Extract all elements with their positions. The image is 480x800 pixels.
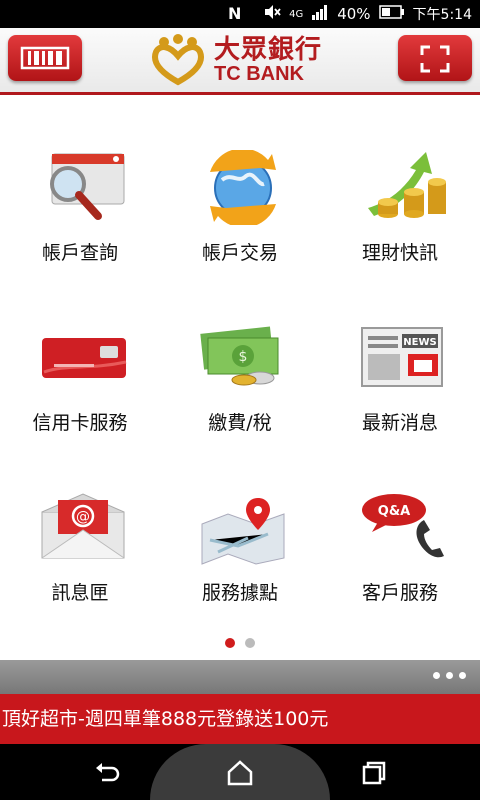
promo-ticker[interactable]: 頂好超市-週四單筆888元登錄送100元	[0, 694, 480, 744]
logo-chinese: 大眾銀行	[214, 35, 323, 65]
system-nav-bar	[0, 744, 480, 800]
menu-label: 最新消息	[361, 412, 438, 434]
page-dot-active[interactable]	[225, 638, 235, 648]
money-icon: $	[200, 326, 279, 386]
back-icon[interactable]	[92, 758, 122, 788]
bank-logo: 大眾銀行 TC BANK	[150, 30, 330, 90]
newspaper-icon: NEWS	[361, 327, 443, 387]
qa-phone-icon: Q&A	[362, 494, 444, 558]
menu-item-service-locations[interactable]: 服務據點	[160, 470, 320, 620]
menu-label: 訊息匣	[51, 582, 109, 604]
menu-item-customer-service[interactable]: Q&A 客戶服務	[320, 470, 480, 620]
menu-item-financial-news[interactable]: 理財快訊	[320, 130, 480, 280]
menu-label: 客戶服務	[361, 582, 438, 604]
map-pin-icon	[201, 498, 285, 565]
clock: 下午5:14	[412, 7, 472, 23]
battery-icon	[378, 5, 405, 23]
menu-label: 帳戶交易	[201, 242, 278, 264]
svg-text:$: $	[239, 349, 248, 365]
menu-label: 帳戶查詢	[41, 242, 118, 264]
home-icon[interactable]	[225, 758, 255, 788]
menu-label: 理財快訊	[361, 242, 438, 264]
page-indicator	[0, 638, 480, 648]
ticker-text: 頂好超市-週四單筆888元登錄送100元	[2, 708, 329, 730]
bottom-toolbar	[0, 660, 480, 694]
magnifier-window-icon	[50, 153, 125, 220]
logo-emblem-icon	[152, 34, 204, 86]
menu-item-payment-tax[interactable]: $ 繳費/稅	[160, 300, 320, 450]
status-bar: N 4G 40% 下午5:14	[0, 0, 480, 28]
recent-apps-icon[interactable]	[358, 758, 388, 788]
scan-button[interactable]	[398, 35, 472, 81]
battery-percent: 40%	[337, 5, 371, 23]
menu-item-account-inquiry[interactable]: 帳戶查詢	[0, 130, 160, 280]
barcode-icon	[20, 46, 70, 70]
menu-item-account-transaction[interactable]: 帳戶交易	[160, 130, 320, 280]
email-icon: @	[41, 493, 125, 559]
menu-item-message-box[interactable]: @ 訊息匣	[0, 470, 160, 620]
menu-button[interactable]	[8, 35, 82, 81]
page-dot[interactable]	[245, 638, 255, 648]
logo-english: TC BANK	[214, 63, 304, 85]
globe-transfer-icon	[210, 150, 276, 225]
network-type: 4G	[289, 8, 304, 20]
menu-item-credit-card[interactable]: 信用卡服務	[0, 300, 160, 450]
app-header: 大眾銀行 TC BANK	[0, 28, 480, 95]
fullscreen-icon	[420, 45, 450, 73]
menu-label: 信用卡服務	[32, 412, 128, 434]
mute-icon	[263, 4, 281, 24]
menu-label: 繳費/稅	[208, 412, 272, 434]
signal-icon	[311, 4, 329, 24]
menu-label: 服務據點	[201, 582, 278, 604]
credit-card-icon	[42, 338, 127, 378]
svg-text:@: @	[76, 509, 90, 525]
coins-growth-icon	[368, 152, 446, 218]
svg-text:NEWS: NEWS	[403, 337, 436, 348]
svg-text:Q&A: Q&A	[378, 504, 410, 519]
menu-item-latest-news[interactable]: NEWS 最新消息	[320, 300, 480, 450]
nfc-icon: N	[228, 4, 242, 23]
more-options-icon[interactable]	[433, 672, 466, 679]
